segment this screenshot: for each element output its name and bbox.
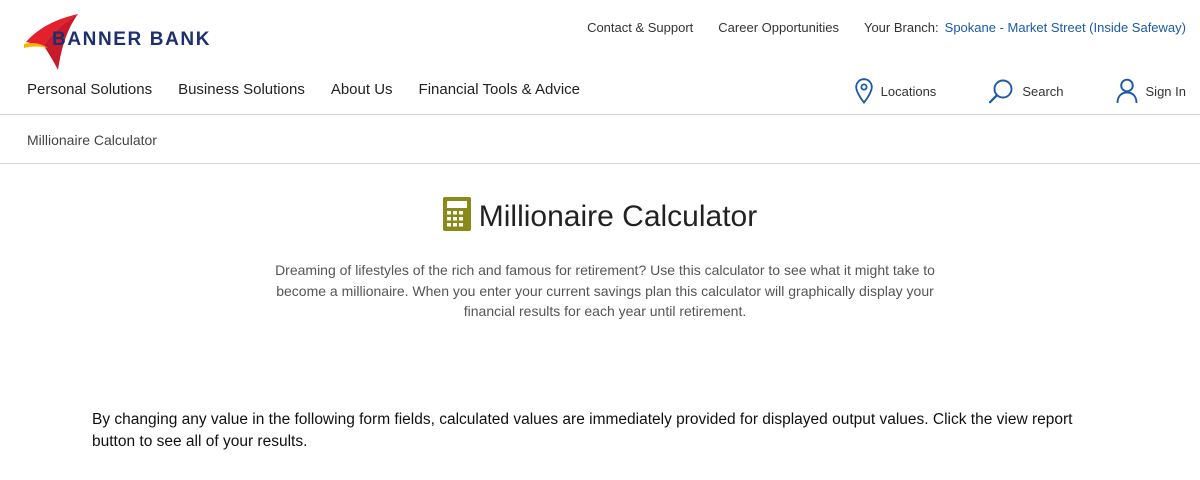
nav-about-us[interactable]: About Us xyxy=(331,81,393,98)
intro-text: Dreaming of lifestyles of the rich and f… xyxy=(275,262,935,319)
site-header: BANNER BANK Contact & Support Career Opp… xyxy=(0,0,1200,115)
user-icon xyxy=(1116,78,1137,104)
search-icon xyxy=(989,79,1013,104)
map-pin-icon xyxy=(854,78,873,104)
page-title-row: Millionaire Calculator xyxy=(0,197,1200,234)
locations-button[interactable]: Locations xyxy=(854,78,937,104)
locations-label: Locations xyxy=(880,83,937,99)
nav-personal-solutions[interactable]: Personal Solutions xyxy=(27,81,152,98)
branch-name-link[interactable]: Spokane - Market Street (Inside Safeway) xyxy=(945,20,1186,35)
career-opportunities-link[interactable]: Career Opportunities xyxy=(718,20,839,35)
utility-nav: Contact & Support Career Opportunities Y… xyxy=(587,20,1186,35)
breadcrumb: Millionaire Calculator xyxy=(0,116,1200,164)
search-label: Search xyxy=(1022,83,1064,99)
search-button[interactable]: Search xyxy=(988,78,1064,104)
brand-name: BANNER BANK xyxy=(52,29,212,50)
nav-business-solutions[interactable]: Business Solutions xyxy=(178,81,305,98)
branch-label: Your Branch: xyxy=(863,20,939,35)
page-title: Millionaire Calculator xyxy=(478,200,758,233)
banner-bank-logo[interactable]: BANNER BANK xyxy=(22,12,232,72)
sign-in-label: Sign In xyxy=(1145,83,1186,99)
header-actions: Locations Search Sign In xyxy=(854,78,1186,104)
instructions-text: By changing any value in the following f… xyxy=(92,411,1073,450)
main-nav: Personal Solutions Business Solutions Ab… xyxy=(27,81,606,98)
contact-support-link[interactable]: Contact & Support xyxy=(587,20,693,35)
sign-in-button[interactable]: Sign In xyxy=(1116,78,1186,104)
calculator-icon xyxy=(442,197,471,231)
breadcrumb-current: Millionaire Calculator xyxy=(27,132,157,148)
nav-financial-tools-advice[interactable]: Financial Tools & Advice xyxy=(419,81,580,98)
